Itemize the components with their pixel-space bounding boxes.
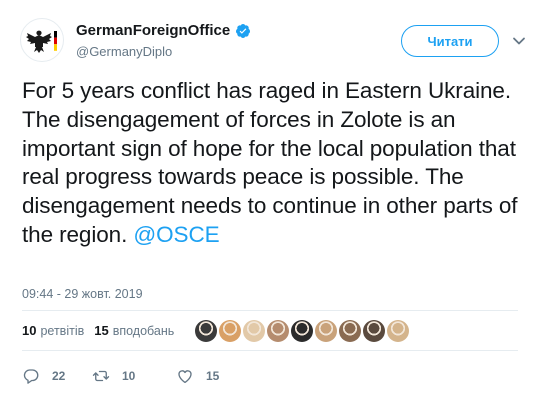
heart-icon (178, 370, 192, 384)
follow-button[interactable]: Читати (401, 25, 499, 57)
retweets-count: 10 (22, 323, 37, 338)
liker-avatar[interactable] (243, 320, 265, 342)
tweet-timestamp[interactable]: 09:44 - 29 жовт. 2019 (22, 287, 143, 301)
tweet-card: GermanForeignOffice @GermanyDiplo Читати… (0, 0, 538, 400)
tweet-stats: 10 ретвітів 15 вподобань (22, 323, 174, 338)
account-handle[interactable]: @GermanyDiplo (76, 44, 172, 59)
reply-button[interactable]: 22 (22, 367, 80, 385)
like-button[interactable]: 15 (176, 367, 219, 385)
like-count: 15 (206, 369, 220, 383)
liker-avatar[interactable] (315, 320, 337, 342)
tweet-text: For 5 years conflict has raged in Easter… (22, 77, 522, 250)
liker-avatar[interactable] (339, 320, 361, 342)
liker-avatar[interactable] (387, 320, 409, 342)
tweet-body: For 5 years conflict has raged in Easter… (22, 78, 518, 247)
tweet-actions: 22 10 15 (22, 367, 219, 385)
reply-count: 22 (52, 369, 66, 383)
liker-avatars (195, 320, 409, 342)
account-avatar[interactable] (20, 18, 64, 62)
liker-avatar[interactable] (219, 320, 241, 342)
retweet-count: 10 (122, 369, 136, 383)
chevron-down-icon[interactable] (512, 36, 526, 46)
retweet-icon (92, 370, 110, 382)
liker-avatar[interactable] (291, 320, 313, 342)
likes-stat[interactable]: 15 вподобань (94, 323, 174, 338)
verified-badge-icon (236, 23, 251, 38)
retweets-stat[interactable]: 10 ретвітів (22, 323, 84, 338)
retweets-label: ретвітів (40, 323, 85, 338)
liker-avatar[interactable] (195, 320, 217, 342)
likes-label: вподобань (112, 323, 175, 338)
mention-link[interactable]: @OSCE (133, 222, 219, 247)
divider (22, 350, 518, 351)
reply-icon (23, 369, 39, 384)
german-eagle-logo-icon (26, 30, 57, 53)
divider (22, 310, 518, 311)
retweet-button[interactable]: 10 (92, 367, 176, 385)
display-name[interactable]: GermanForeignOffice (76, 22, 230, 39)
likes-count: 15 (94, 323, 109, 338)
name-row: GermanForeignOffice (76, 22, 251, 39)
liker-avatar[interactable] (267, 320, 289, 342)
liker-avatar[interactable] (363, 320, 385, 342)
